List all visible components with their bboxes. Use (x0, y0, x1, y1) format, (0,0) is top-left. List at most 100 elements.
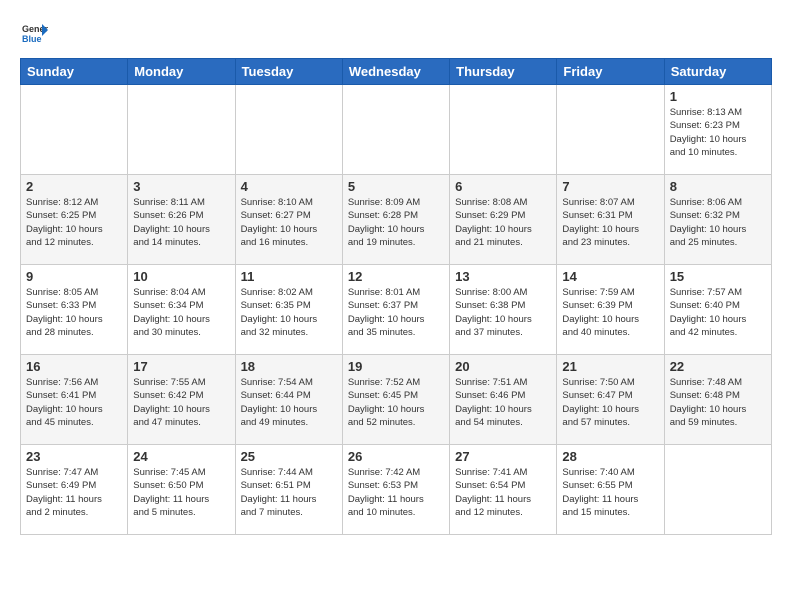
day-number: 2 (26, 179, 122, 194)
calendar-day-header: Saturday (664, 59, 771, 85)
calendar-cell (342, 85, 449, 175)
calendar-day-header: Tuesday (235, 59, 342, 85)
calendar-cell (128, 85, 235, 175)
logo-icon: General Blue (20, 20, 48, 48)
day-number: 24 (133, 449, 229, 464)
day-info: Sunrise: 7:55 AM Sunset: 6:42 PM Dayligh… (133, 376, 229, 429)
calendar-cell: 18 Sunrise: 7:54 AM Sunset: 6:44 PM Dayli… (235, 355, 342, 445)
calendar-cell: 19 Sunrise: 7:52 AM Sunset: 6:45 PM Dayli… (342, 355, 449, 445)
day-info: Sunrise: 7:57 AM Sunset: 6:40 PM Dayligh… (670, 286, 766, 339)
day-number: 21 (562, 359, 658, 374)
day-number: 28 (562, 449, 658, 464)
day-info: Sunrise: 7:48 AM Sunset: 6:48 PM Dayligh… (670, 376, 766, 429)
day-info: Sunrise: 7:54 AM Sunset: 6:44 PM Dayligh… (241, 376, 337, 429)
day-info: Sunrise: 7:40 AM Sunset: 6:55 PM Dayligh… (562, 466, 658, 519)
calendar-body: 1 Sunrise: 8:13 AM Sunset: 6:23 PM Daylig… (21, 85, 772, 535)
day-info: Sunrise: 8:02 AM Sunset: 6:35 PM Dayligh… (241, 286, 337, 339)
day-number: 12 (348, 269, 444, 284)
calendar-cell: 2Sunrise: 8:12 AM Sunset: 6:25 PM Daylig… (21, 175, 128, 265)
day-info: Sunrise: 7:41 AM Sunset: 6:54 PM Dayligh… (455, 466, 551, 519)
day-info: Sunrise: 8:08 AM Sunset: 6:29 PM Dayligh… (455, 196, 551, 249)
calendar-cell: 15 Sunrise: 7:57 AM Sunset: 6:40 PM Dayli… (664, 265, 771, 355)
day-info: Sunrise: 8:04 AM Sunset: 6:34 PM Dayligh… (133, 286, 229, 339)
day-number: 25 (241, 449, 337, 464)
calendar-cell: 17 Sunrise: 7:55 AM Sunset: 6:42 PM Dayli… (128, 355, 235, 445)
calendar-cell: 1 Sunrise: 8:13 AM Sunset: 6:23 PM Daylig… (664, 85, 771, 175)
day-info: Sunrise: 8:13 AM Sunset: 6:23 PM Dayligh… (670, 106, 766, 159)
day-info: Sunrise: 7:59 AM Sunset: 6:39 PM Dayligh… (562, 286, 658, 339)
calendar-cell: 14 Sunrise: 7:59 AM Sunset: 6:39 PM Dayli… (557, 265, 664, 355)
day-number: 16 (26, 359, 122, 374)
day-number: 8 (670, 179, 766, 194)
day-number: 6 (455, 179, 551, 194)
calendar-cell: 25 Sunrise: 7:44 AM Sunset: 6:51 PM Dayli… (235, 445, 342, 535)
day-info: Sunrise: 7:51 AM Sunset: 6:46 PM Dayligh… (455, 376, 551, 429)
calendar-day-header: Friday (557, 59, 664, 85)
day-number: 3 (133, 179, 229, 194)
svg-text:Blue: Blue (22, 34, 42, 44)
day-info: Sunrise: 8:00 AM Sunset: 6:38 PM Dayligh… (455, 286, 551, 339)
day-info: Sunrise: 7:45 AM Sunset: 6:50 PM Dayligh… (133, 466, 229, 519)
day-number: 4 (241, 179, 337, 194)
day-info: Sunrise: 8:06 AM Sunset: 6:32 PM Dayligh… (670, 196, 766, 249)
day-info: Sunrise: 8:09 AM Sunset: 6:28 PM Dayligh… (348, 196, 444, 249)
calendar-cell (557, 85, 664, 175)
day-number: 22 (670, 359, 766, 374)
day-number: 9 (26, 269, 122, 284)
day-info: Sunrise: 7:42 AM Sunset: 6:53 PM Dayligh… (348, 466, 444, 519)
calendar-cell: 28 Sunrise: 7:40 AM Sunset: 6:55 PM Dayli… (557, 445, 664, 535)
calendar-cell: 5 Sunrise: 8:09 AM Sunset: 6:28 PM Daylig… (342, 175, 449, 265)
calendar-header-row: SundayMondayTuesdayWednesdayThursdayFrid… (21, 59, 772, 85)
logo: General Blue (20, 20, 52, 48)
calendar-cell: 22 Sunrise: 7:48 AM Sunset: 6:48 PM Dayli… (664, 355, 771, 445)
day-number: 13 (455, 269, 551, 284)
calendar-cell: 26Sunrise: 7:42 AM Sunset: 6:53 PM Dayli… (342, 445, 449, 535)
day-info: Sunrise: 8:05 AM Sunset: 6:33 PM Dayligh… (26, 286, 122, 339)
calendar-cell: 11 Sunrise: 8:02 AM Sunset: 6:35 PM Dayli… (235, 265, 342, 355)
calendar-cell: 8 Sunrise: 8:06 AM Sunset: 6:32 PM Daylig… (664, 175, 771, 265)
calendar-cell: 16 Sunrise: 7:56 AM Sunset: 6:41 PM Dayli… (21, 355, 128, 445)
calendar-cell: 21 Sunrise: 7:50 AM Sunset: 6:47 PM Dayli… (557, 355, 664, 445)
day-info: Sunrise: 8:07 AM Sunset: 6:31 PM Dayligh… (562, 196, 658, 249)
day-number: 5 (348, 179, 444, 194)
calendar-day-header: Thursday (450, 59, 557, 85)
calendar-cell: 7 Sunrise: 8:07 AM Sunset: 6:31 PM Daylig… (557, 175, 664, 265)
calendar-cell: 6 Sunrise: 8:08 AM Sunset: 6:29 PM Daylig… (450, 175, 557, 265)
day-info: Sunrise: 7:52 AM Sunset: 6:45 PM Dayligh… (348, 376, 444, 429)
day-number: 19 (348, 359, 444, 374)
day-number: 15 (670, 269, 766, 284)
day-info: Sunrise: 8:11 AM Sunset: 6:26 PM Dayligh… (133, 196, 229, 249)
day-number: 14 (562, 269, 658, 284)
calendar-cell (21, 85, 128, 175)
calendar-week-row: 1 Sunrise: 8:13 AM Sunset: 6:23 PM Daylig… (21, 85, 772, 175)
calendar-cell: 9 Sunrise: 8:05 AM Sunset: 6:33 PM Daylig… (21, 265, 128, 355)
day-number: 20 (455, 359, 551, 374)
day-info: Sunrise: 8:01 AM Sunset: 6:37 PM Dayligh… (348, 286, 444, 339)
day-number: 7 (562, 179, 658, 194)
calendar-day-header: Monday (128, 59, 235, 85)
calendar-week-row: 2Sunrise: 8:12 AM Sunset: 6:25 PM Daylig… (21, 175, 772, 265)
day-number: 27 (455, 449, 551, 464)
calendar-day-header: Wednesday (342, 59, 449, 85)
calendar-week-row: 16 Sunrise: 7:56 AM Sunset: 6:41 PM Dayli… (21, 355, 772, 445)
day-number: 23 (26, 449, 122, 464)
day-info: Sunrise: 7:50 AM Sunset: 6:47 PM Dayligh… (562, 376, 658, 429)
calendar-cell: 13 Sunrise: 8:00 AM Sunset: 6:38 PM Dayli… (450, 265, 557, 355)
calendar-cell (450, 85, 557, 175)
day-info: Sunrise: 7:56 AM Sunset: 6:41 PM Dayligh… (26, 376, 122, 429)
day-number: 17 (133, 359, 229, 374)
calendar-week-row: 9 Sunrise: 8:05 AM Sunset: 6:33 PM Daylig… (21, 265, 772, 355)
day-number: 11 (241, 269, 337, 284)
day-number: 10 (133, 269, 229, 284)
calendar-cell (664, 445, 771, 535)
calendar-day-header: Sunday (21, 59, 128, 85)
day-number: 18 (241, 359, 337, 374)
day-info: Sunrise: 8:10 AM Sunset: 6:27 PM Dayligh… (241, 196, 337, 249)
calendar-cell: 20 Sunrise: 7:51 AM Sunset: 6:46 PM Dayli… (450, 355, 557, 445)
calendar-cell (235, 85, 342, 175)
calendar-week-row: 23Sunrise: 7:47 AM Sunset: 6:49 PM Dayli… (21, 445, 772, 535)
day-info: Sunrise: 7:44 AM Sunset: 6:51 PM Dayligh… (241, 466, 337, 519)
calendar-cell: 27 Sunrise: 7:41 AM Sunset: 6:54 PM Dayli… (450, 445, 557, 535)
page-header: General Blue (20, 20, 772, 48)
day-number: 1 (670, 89, 766, 104)
